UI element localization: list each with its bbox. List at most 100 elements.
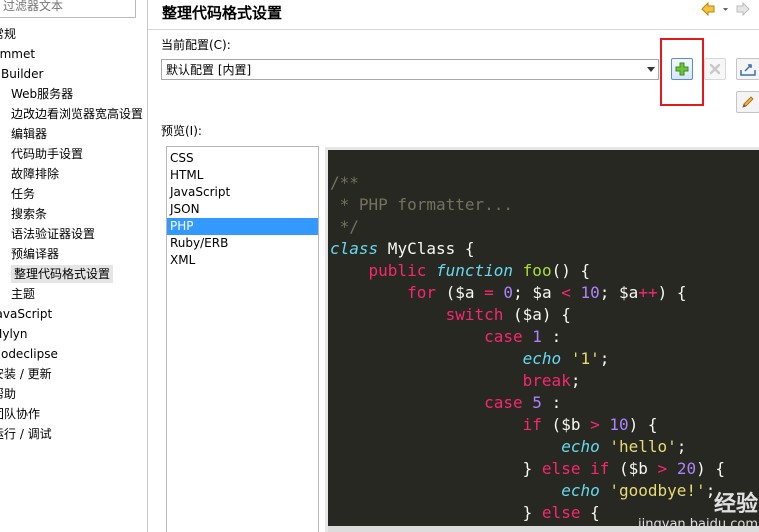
highlight-box [660,38,704,106]
tree-item[interactable]: 安装 / 更新 [0,365,52,383]
code-token: : [541,393,562,412]
code-token: class [330,239,379,258]
code-token: case [484,327,523,346]
tree-item[interactable]: 编辑器 [11,125,47,143]
code-token: < [561,283,571,302]
code-token: break [522,371,571,390]
tree-item[interactable]: Emmet [0,45,35,63]
code-token: echo [561,481,600,500]
tree-item[interactable]: 团队协作 [0,405,40,423]
tree-item[interactable]: HBuilder [0,65,43,83]
code-token: ) { [628,415,658,434]
code-preview-text: /** * PHP formatter... */ class MyClass {… [330,172,725,524]
language-list[interactable]: CSS HTML JavaScript JSON PHP Ruby/ERB XML [166,146,319,532]
tree-item[interactable]: Web服务器 [11,85,73,103]
export-config-button[interactable] [736,58,759,80]
code-line: /** [330,172,725,194]
code-token: MyClass { [378,239,475,258]
tree-item[interactable]: 代码助手设置 [11,145,83,163]
code-line: break; [330,370,725,392]
code-token: /** [330,173,359,192]
code-token: for [407,283,436,302]
code-token: 'hello' [609,437,677,456]
code-line: */ [330,216,725,238]
code-token: ($a) { [503,305,571,324]
tree-item[interactable]: 故障排除 [11,165,59,183]
code-token: ; [570,371,581,390]
code-token: 10 [580,283,600,302]
code-token: : [541,327,562,346]
chevron-down-icon[interactable] [647,67,655,72]
title-separator [148,29,759,30]
edit-config-button[interactable] [736,91,759,113]
tree-item[interactable]: 搜索条 [11,205,47,223]
code-token: if [522,415,542,434]
forward-arrow-icon[interactable] [735,1,751,17]
tree-item[interactable]: 语法验证器设置 [11,225,95,243]
tree-item[interactable]: Nodeclipse [0,345,58,363]
delete-x-icon [709,63,721,75]
page-title: 整理代码格式设置 [162,4,283,22]
language-item[interactable]: HTML [167,167,318,184]
language-item[interactable]: PHP [167,218,318,235]
code-line: echo 'hello'; [330,436,725,458]
filter-input[interactable] [1,0,125,17]
tree-item[interactable]: 预编译器 [11,245,59,263]
config-select-value: 默认配置 [内置] [166,63,252,77]
code-token: 0 [503,283,514,302]
config-select[interactable]: 默认配置 [内置] [161,59,659,80]
code-token: else [541,503,581,522]
filter-box[interactable] [0,0,136,18]
language-item[interactable]: XML [167,252,318,269]
tree-item[interactable]: 帮助 [0,385,16,403]
code-line: for ($a = 0; $a < 10; $a++) { [330,282,725,304]
tree-item[interactable]: JavaScript [0,305,52,323]
tree-item[interactable]: 任务 [11,185,35,203]
tree-item[interactable]: 运行 / 调试 [0,425,52,443]
horizontal-scrollbar[interactable] [328,526,759,532]
dropdown-chevron-icon[interactable] [722,1,729,17]
code-line: if ($b > 10) { [330,414,725,436]
code-line: * PHP formatter... [330,194,725,216]
code-token: 1 [532,327,542,346]
code-token: 10 [609,415,629,434]
tree-item[interactable]: 常规 [0,25,16,43]
language-item[interactable]: CSS [167,150,318,167]
tree-item[interactable]: 主题 [11,285,35,303]
code-token: 5 [532,393,542,412]
back-arrow-icon[interactable] [700,1,716,17]
export-tray-icon [740,64,756,76]
language-item[interactable]: Ruby/ERB [167,235,318,252]
code-line: switch ($a) { [330,304,725,326]
history-navigation [700,1,751,17]
code-token: function [435,261,514,280]
language-item[interactable]: JavaScript [167,184,318,201]
code-token: */ [330,217,359,236]
code-line: public function foo() { [330,260,725,282]
tree-item[interactable]: 整理代码格式设置 [11,265,114,283]
language-item[interactable]: JSON [167,201,318,218]
preview-label: 预览(I): [161,124,202,138]
watermark-title: 经验 [713,492,758,517]
code-token: '1' [570,349,600,368]
tree-item[interactable]: 边改边看浏览器宽高设置 [11,105,143,123]
code-token: else [541,459,581,478]
code-token: () { [551,261,591,280]
tree-item[interactable]: Mylyn [0,325,28,343]
code-token: > [657,459,668,478]
delete-config-button[interactable] [704,58,726,80]
pencil-icon [742,96,754,108]
